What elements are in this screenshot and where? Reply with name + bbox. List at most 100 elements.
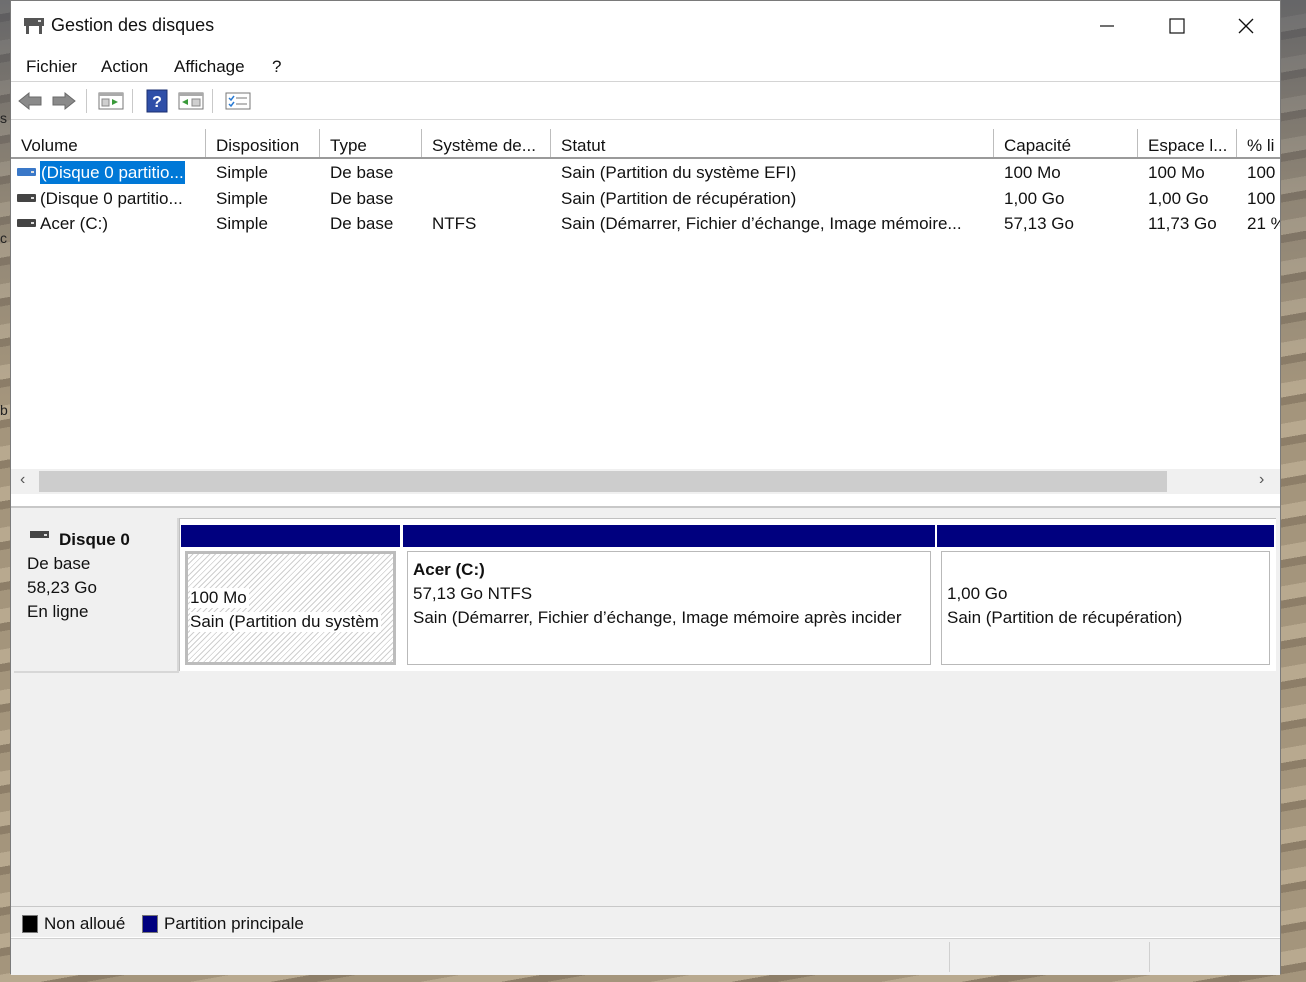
- maximize-button[interactable]: [1142, 1, 1212, 51]
- partition-efi[interactable]: 100 Mo Sain (Partition du systèm: [181, 525, 400, 665]
- partition-map: 100 Mo Sain (Partition du systèm Acer (C…: [179, 518, 1276, 671]
- legend-primary-label: Partition principale: [164, 914, 304, 933]
- volume-list: Volume Disposition Type Système de... St…: [11, 129, 1280, 497]
- partition-body: Acer (C:) 57,13 Go NTFS Sain (Démarrer, …: [407, 551, 931, 665]
- maximize-icon: [1169, 18, 1185, 34]
- volume-name: (Disque 0 partitio...: [40, 189, 183, 208]
- back-button[interactable]: [15, 87, 45, 115]
- menu-fichier[interactable]: Fichier: [26, 57, 77, 77]
- title-bar[interactable]: Gestion des disques: [11, 1, 1280, 51]
- column-type[interactable]: Type: [320, 129, 422, 157]
- volume-name: Acer (C:): [40, 214, 108, 233]
- back-arrow-icon: [18, 91, 42, 111]
- status-cell: Sain (Partition du système EFI): [561, 163, 797, 182]
- menu-bar: Fichier Action Affichage ?: [11, 51, 1280, 82]
- toolbar-separator: [132, 89, 133, 113]
- table-row[interactable]: (Disque 0 partitio... Simple De base Sai…: [11, 186, 1280, 211]
- scroll-right-arrow-icon[interactable]: ›: [1259, 471, 1264, 489]
- scroll-left-arrow-icon[interactable]: ‹: [20, 471, 25, 489]
- desktop-edge-text: c: [0, 230, 7, 246]
- app-disk-icon: [24, 18, 44, 34]
- close-icon: [1238, 18, 1254, 34]
- properties-button[interactable]: [223, 87, 253, 115]
- menu-help[interactable]: ?: [272, 57, 281, 77]
- percent-free-cell: 21 %: [1247, 214, 1280, 233]
- partition-body: 100 Mo Sain (Partition du systèm: [185, 551, 396, 665]
- column-header: Volume Disposition Type Système de... St…: [11, 129, 1280, 159]
- partition-acer-c[interactable]: Acer (C:) 57,13 Go NTFS Sain (Démarrer, …: [403, 525, 935, 665]
- status-divider: [949, 942, 950, 972]
- status-cell: Sain (Partition de récupération): [561, 189, 797, 208]
- percent-free-cell: 100: [1247, 163, 1276, 182]
- legend-primary-swatch: [142, 915, 158, 933]
- partition-size: 100 Mo: [190, 588, 249, 608]
- type-cell: De base: [330, 189, 394, 208]
- legend-unallocated-label: Non alloué: [44, 914, 126, 933]
- disk-state: En ligne: [27, 602, 89, 621]
- partition-status: Sain (Démarrer, Fichier d’échange, Image…: [413, 608, 902, 627]
- desktop-edge-text: b: [0, 402, 8, 418]
- show-hide-tree-button[interactable]: [96, 87, 126, 115]
- help-icon: ?: [146, 89, 168, 113]
- type-cell: De base: [330, 214, 394, 233]
- properties-icon: [225, 92, 251, 110]
- capacity-cell: 100 Mo: [1004, 163, 1061, 182]
- column-percent-free[interactable]: % li: [1237, 129, 1280, 157]
- free-space-cell: 100 Mo: [1148, 163, 1205, 182]
- partition-header: [181, 525, 400, 547]
- free-space-cell: 1,00 Go: [1148, 189, 1209, 208]
- minimize-button[interactable]: [1072, 1, 1142, 51]
- partition-recovery[interactable]: 1,00 Go Sain (Partition de récupération): [937, 525, 1274, 665]
- disk-info-panel[interactable]: Disque 0 De base 58,23 Go En ligne: [14, 518, 179, 673]
- minimize-icon: [1100, 25, 1114, 27]
- disk-size: 58,23 Go: [27, 578, 97, 597]
- toolbar: ?: [11, 83, 1280, 120]
- close-button[interactable]: [1211, 1, 1281, 51]
- table-row[interactable]: (Disque 0 partitio... Simple De base Sai…: [11, 160, 1280, 185]
- status-bar: [11, 938, 1280, 975]
- free-space-cell: 11,73 Go: [1148, 214, 1217, 233]
- volume-disk-icon: [17, 193, 36, 202]
- disk-graphical-view: Disque 0 De base 58,23 Go En ligne 100 M…: [11, 506, 1280, 908]
- percent-free-cell: 100: [1247, 189, 1276, 208]
- svg-text:?: ?: [152, 94, 162, 111]
- status-cell: Sain (Démarrer, Fichier d’échange, Image…: [561, 214, 962, 233]
- capacity-cell: 57,13 Go: [1004, 214, 1074, 233]
- partition-status: Sain (Partition du systèm: [190, 612, 381, 632]
- partition-header: [403, 525, 935, 547]
- forward-button[interactable]: [49, 87, 79, 115]
- scrollbar-thumb[interactable]: [39, 471, 1167, 492]
- horizontal-scrollbar[interactable]: ‹ ›: [11, 469, 1280, 494]
- help-button[interactable]: ?: [142, 87, 172, 115]
- action-pane-icon: [178, 92, 204, 110]
- disk-name: Disque 0: [59, 530, 130, 549]
- column-filesystem[interactable]: Système de...: [422, 129, 551, 157]
- volume-disk-icon: [17, 218, 36, 227]
- column-volume[interactable]: Volume: [11, 129, 206, 157]
- type-cell: De base: [330, 163, 394, 182]
- partition-size: 57,13 Go NTFS: [413, 584, 533, 603]
- status-divider: [1149, 942, 1150, 972]
- forward-arrow-icon: [52, 91, 76, 111]
- column-status[interactable]: Statut: [551, 129, 994, 157]
- window-title: Gestion des disques: [51, 15, 215, 35]
- partition-name: Acer (C:): [413, 560, 485, 579]
- column-free-space[interactable]: Espace l...: [1138, 129, 1237, 157]
- menu-affichage[interactable]: Affichage: [174, 57, 245, 77]
- capacity-cell: 1,00 Go: [1004, 189, 1065, 208]
- volume-cell: (Disque 0 partitio...: [17, 160, 206, 185]
- menu-action[interactable]: Action: [101, 57, 148, 77]
- volume-name: (Disque 0 partitio...: [40, 161, 185, 184]
- toolbar-separator: [86, 89, 87, 113]
- partition-body: 1,00 Go Sain (Partition de récupération): [941, 551, 1270, 665]
- table-row[interactable]: Acer (C:) Simple De base NTFS Sain (Déma…: [11, 211, 1280, 236]
- column-disposition[interactable]: Disposition: [206, 129, 320, 157]
- show-action-pane-button[interactable]: [176, 87, 206, 115]
- partition-status: Sain (Partition de récupération): [947, 608, 1183, 627]
- disk-icon: [30, 531, 49, 538]
- disk-management-window: Gestion des disques Fichier Action Affic…: [10, 0, 1281, 975]
- partition-header: [937, 525, 1274, 547]
- filesystem-cell: NTFS: [432, 214, 477, 233]
- column-capacity[interactable]: Capacité: [994, 129, 1138, 157]
- disk-type: De base: [27, 554, 91, 573]
